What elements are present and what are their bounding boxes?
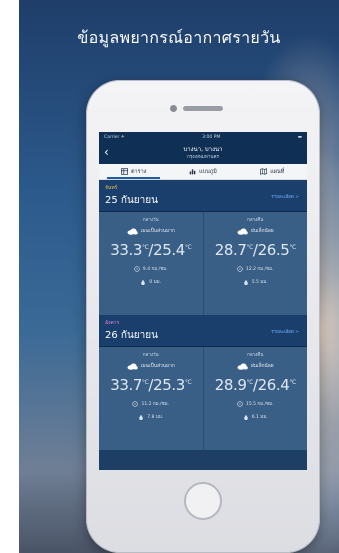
condition-text: ฝนเล็กน้อย <box>250 229 274 234</box>
condition-row: เมฆเป็นส่วนมาก <box>99 227 203 235</box>
raindrop-icon <box>243 279 248 285</box>
promo-poster: ข้อมูลพยากรณ์อากาศรายวัน Carrier ✈ 3:00 … <box>19 0 339 553</box>
wind-row: 11.2 กม./ชม. <box>99 400 203 407</box>
temperature: 33.7°C/25.3°C <box>110 376 192 394</box>
phone-frame: Carrier ✈ 3:00 PM ▬ ‹ บางนา, บางนา กรุงเ… <box>86 80 320 553</box>
temperature: 28.7°C/26.5°C <box>214 241 296 259</box>
raindrop-icon <box>139 414 144 420</box>
camera-icon <box>170 105 177 112</box>
temp-unit: °C <box>142 244 149 251</box>
period-label: กลางวัน <box>142 353 159 358</box>
cloud-icon <box>237 363 248 370</box>
period-label: กลางคืน <box>247 353 264 358</box>
rain-value: 0 มม. <box>149 280 162 285</box>
forecast-cards: กลางวัน เมฆเป็นส่วนมาก 33.7°C/25.3°C 11.… <box>99 347 307 450</box>
view-tabs: ตาราง แบบภูมิ แผนที่ <box>99 164 307 180</box>
tab-label: แผนที่ <box>270 168 285 175</box>
forecast-card-night[interactable]: กลางคืน ฝนเล็กน้อย 28.7°C/26.5°C 12.2 กม… <box>203 212 308 315</box>
status-bar: Carrier ✈ 3:00 PM ▬ <box>99 132 307 142</box>
temp-high: 28.9 <box>214 376 247 394</box>
temp-high: 33.3 <box>110 241 143 259</box>
temperature: 28.9°C/26.4°C <box>214 376 296 394</box>
wind-row: 12.2 กม./ชม. <box>204 265 308 272</box>
condition-row: ฝนเล็กน้อย <box>204 227 308 235</box>
day-name: อังคาร <box>105 320 120 326</box>
wind-row: 9.4 กม./ชม. <box>99 265 203 272</box>
condition-row: ฝนเล็กน้อย <box>204 362 308 370</box>
temp-high: 28.7 <box>214 241 247 259</box>
battery-icon: ▬ <box>297 134 302 140</box>
rain-value: 7.8 มม. <box>147 415 164 420</box>
cloud-icon <box>127 363 138 370</box>
temp-low: 25.3 <box>153 376 185 394</box>
tab-table[interactable]: ตาราง <box>99 164 168 179</box>
wind-row: 15.5 กม./ชม. <box>204 400 308 407</box>
condition-text: เมฆเป็นส่วนมาก <box>140 364 175 369</box>
wind-icon <box>237 265 243 272</box>
temp-low: 25.4 <box>153 241 185 259</box>
condition-row: เมฆเป็นส่วนมาก <box>99 362 203 370</box>
rain-row: 6.1 มม. <box>204 413 308 420</box>
location-subtitle: กรุงเทพมหานคร <box>187 155 219 160</box>
forecast-cards: กลางวัน เมฆเป็นส่วนมาก 33.3°C/25.4°C 9.4… <box>99 212 307 315</box>
wind-value: 11.2 กม./ชม. <box>141 402 170 407</box>
temp-unit: °C <box>184 379 192 386</box>
cloud-icon <box>237 228 248 235</box>
temp-unit: °C <box>289 379 296 386</box>
day-name: จันทร์ <box>105 185 118 191</box>
tab-label: ตาราง <box>130 168 147 175</box>
temp-unit: °C <box>184 244 192 251</box>
temp-unit: °C <box>289 244 296 251</box>
poster-headline: ข้อมูลพยากรณ์อากาศรายวัน <box>77 28 281 47</box>
wind-value: 15.5 กม./ชม. <box>245 402 274 407</box>
period-label: กลางคืน <box>247 218 264 223</box>
speaker-grille <box>183 106 223 111</box>
day-header: อังคาร 26 กันยายน รายละเอียด > <box>99 315 307 347</box>
wind-value: 9.4 กม./ชม. <box>142 267 168 272</box>
home-button[interactable] <box>184 482 222 520</box>
wind-icon <box>132 400 139 407</box>
raindrop-icon <box>243 414 248 420</box>
wind-icon <box>134 265 140 272</box>
status-time: 3:00 PM <box>202 134 221 140</box>
rain-value: 6.1 มม. <box>251 415 268 420</box>
forecast-card-day[interactable]: กลางวัน เมฆเป็นส่วนมาก 33.7°C/25.3°C 11.… <box>99 347 204 450</box>
rain-value: 5.5 มม. <box>251 280 268 285</box>
wind-value: 12.2 กม./ชม. <box>245 267 274 272</box>
table-icon <box>120 168 128 175</box>
tab-map[interactable]: แผนที่ <box>238 164 307 179</box>
temp-low: 26.4 <box>257 376 290 394</box>
forecast-card-night[interactable]: กลางคืน ฝนเล็กน้อย 28.9°C/26.4°C 15.5 กม… <box>203 347 308 450</box>
carrier-label: Carrier ✈ <box>104 134 125 140</box>
detail-link[interactable]: รายละเอียด > <box>271 328 299 335</box>
rain-row: 0 มม. <box>99 278 203 285</box>
temp-unit: °C <box>246 244 254 251</box>
bar-chart-icon <box>189 169 196 175</box>
detail-link[interactable]: รายละเอียด > <box>271 193 299 200</box>
period-label: กลางวัน <box>142 218 159 223</box>
temp-high: 33.7 <box>110 376 143 394</box>
rain-row: 7.8 มม. <box>99 413 203 420</box>
temp-unit: °C <box>246 379 254 386</box>
app-screen: Carrier ✈ 3:00 PM ▬ ‹ บางนา, บางนา กรุงเ… <box>99 132 307 470</box>
forecast-card-day[interactable]: กลางวัน เมฆเป็นส่วนมาก 33.3°C/25.4°C 9.4… <box>99 212 204 315</box>
tab-chart[interactable]: แบบภูมิ <box>168 164 237 179</box>
temp-unit: °C <box>142 379 149 386</box>
day-header: จันทร์ 25 กันยายน รายละเอียด > <box>99 180 307 212</box>
raindrop-icon <box>141 279 146 285</box>
rain-row: 5.5 มม. <box>204 278 308 285</box>
temp-low: 26.5 <box>257 241 290 259</box>
tab-label: แบบภูมิ <box>199 168 217 175</box>
nav-bar: ‹ บางนา, บางนา กรุงเทพมหานคร <box>99 142 307 164</box>
temperature: 33.3°C/25.4°C <box>110 241 192 259</box>
condition-text: เมฆเป็นส่วนมาก <box>140 229 175 234</box>
cloud-icon <box>127 228 138 235</box>
condition-text: ฝนเล็กน้อย <box>250 364 274 369</box>
wind-icon <box>237 400 243 407</box>
map-icon <box>260 168 268 175</box>
